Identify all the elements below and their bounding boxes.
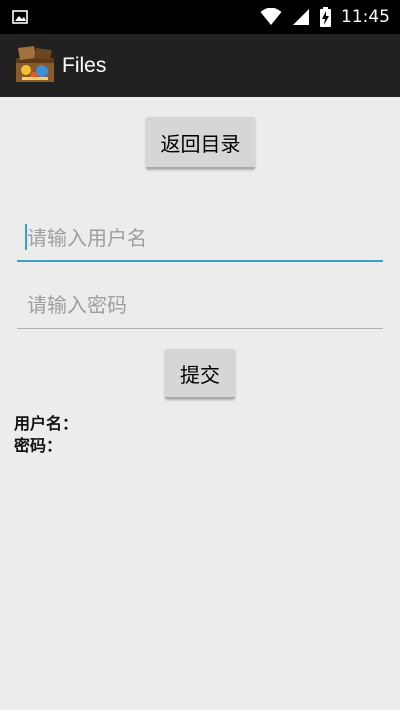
- back-to-directory-button[interactable]: 返回目录: [146, 117, 255, 169]
- wifi-icon: [260, 8, 282, 25]
- app-bar: Files: [0, 34, 400, 97]
- status-bar: 11:45: [0, 0, 400, 34]
- username-output-label: 用户名：: [14, 414, 79, 433]
- username-underline: [17, 260, 383, 262]
- signal-icon: [293, 9, 309, 25]
- status-time: 11:45: [341, 7, 390, 27]
- username-placeholder: 请输入用户名: [27, 226, 147, 250]
- battery-charging-icon: [320, 7, 331, 27]
- submit-button[interactable]: 提交: [165, 349, 235, 399]
- password-underline: [17, 328, 383, 329]
- password-input[interactable]: 请输入密码: [17, 281, 383, 329]
- treasure-chest-app-icon[interactable]: [14, 44, 56, 86]
- password-placeholder: 请输入密码: [27, 293, 127, 317]
- image-icon: [12, 10, 28, 24]
- username-input[interactable]: 请输入用户名: [17, 214, 383, 262]
- password-output-label: 密码：: [14, 436, 63, 455]
- app-title: Files: [62, 54, 107, 77]
